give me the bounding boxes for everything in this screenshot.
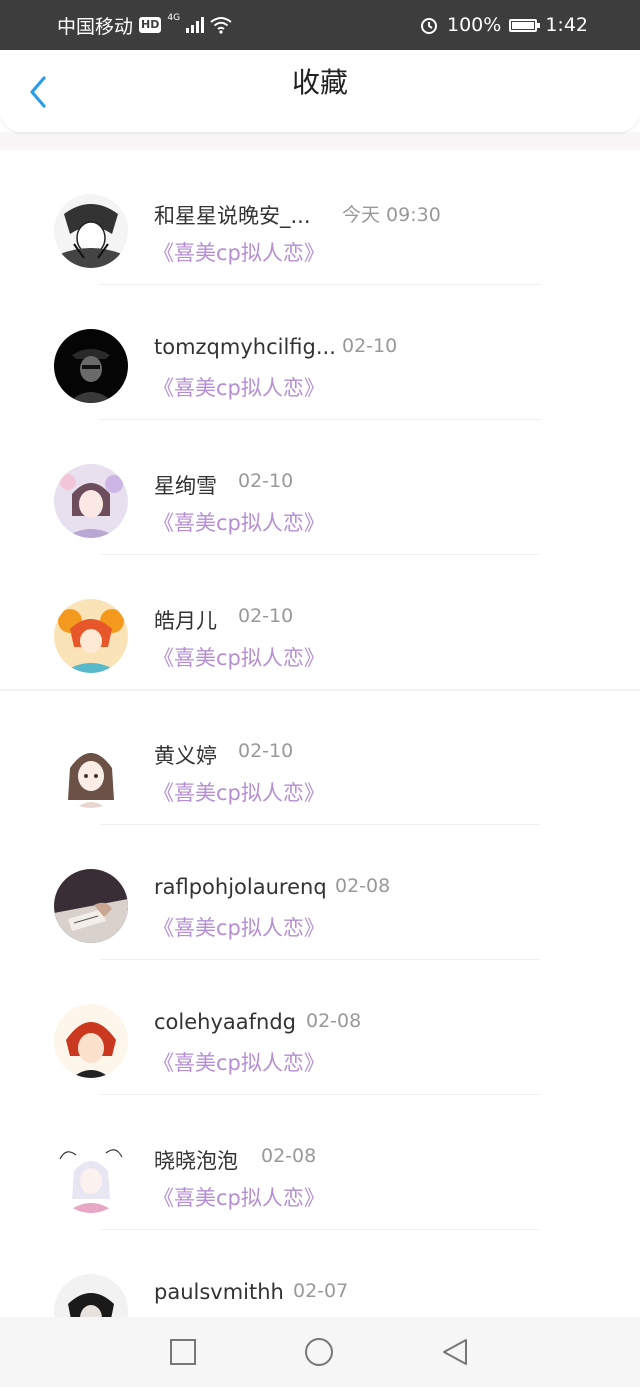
page-title: 收藏 xyxy=(291,66,348,99)
section-divider xyxy=(0,689,640,691)
home-circle-icon xyxy=(305,1338,333,1366)
back-triangle-icon xyxy=(443,1339,467,1365)
avatar xyxy=(54,1004,128,1078)
timestamp: 02-10 xyxy=(238,740,294,762)
work-title-link[interactable]: 《喜美cp拟人恋》 xyxy=(153,912,325,942)
timestamp: 今天 09:30 xyxy=(342,204,441,226)
user-name: 皓月儿 xyxy=(154,609,217,633)
work-title-link[interactable]: 《喜美cp拟人恋》 xyxy=(153,372,325,402)
user-name: 黄义婷 xyxy=(154,744,217,768)
user-name: 和星星说晚安_... xyxy=(154,204,311,228)
avatar xyxy=(54,329,128,403)
hd-badge: HD xyxy=(139,17,162,33)
user-name: 晓晓泡泡 xyxy=(154,1149,238,1173)
work-title-link[interactable]: 《喜美cp拟人恋》 xyxy=(153,237,325,267)
work-title-link[interactable]: 《喜美cp拟人恋》 xyxy=(153,1047,325,1077)
signal-icon xyxy=(186,17,205,33)
timestamp: 02-10 xyxy=(238,605,294,627)
list-item[interactable]: 晓晓泡泡 02-08 《喜美cp拟人恋》 xyxy=(0,1095,640,1230)
work-title-link[interactable]: 《喜美cp拟人恋》 xyxy=(153,1182,325,1212)
list-item[interactable]: 星绚雪 02-10 《喜美cp拟人恋》 xyxy=(0,420,640,555)
work-title-link[interactable]: 《喜美cp拟人恋》 xyxy=(153,507,325,537)
recents-square-icon xyxy=(170,1339,196,1365)
user-name: 星绚雪 xyxy=(154,474,217,498)
recents-button[interactable] xyxy=(168,1337,198,1367)
battery-icon xyxy=(509,18,541,32)
avatar xyxy=(54,194,128,268)
timestamp: 02-08 xyxy=(335,875,391,897)
clock: 1:42 xyxy=(545,14,588,36)
list-item[interactable]: raflpohjolaurenq 02-08 《喜美cp拟人恋》 xyxy=(0,825,640,960)
timestamp: 02-08 xyxy=(306,1010,362,1032)
avatar xyxy=(54,464,128,538)
user-name: colehyaafndg xyxy=(154,1010,296,1034)
avatar xyxy=(54,599,128,673)
avatar xyxy=(54,734,128,808)
list-item[interactable]: 皓月儿 02-10 《喜美cp拟人恋》 xyxy=(0,555,640,690)
back-nav-button[interactable] xyxy=(440,1337,470,1367)
avatar xyxy=(54,869,128,943)
header: 收藏 xyxy=(0,50,640,132)
wifi-icon xyxy=(210,17,232,34)
user-name: paulsvmithh xyxy=(154,1280,284,1304)
list-item[interactable]: 和星星说晚安_... 今天 09:30 《喜美cp拟人恋》 xyxy=(0,150,640,285)
work-title-link[interactable]: 《喜美cp拟人恋》 xyxy=(153,777,325,807)
battery-percent: 100% xyxy=(447,14,502,36)
network-type-label: 4G xyxy=(167,13,181,23)
user-name: raflpohjolaurenq xyxy=(154,875,327,899)
timestamp: 02-10 xyxy=(238,470,294,492)
timestamp: 02-07 xyxy=(293,1280,349,1302)
favorites-list: 和星星说晚安_... 今天 09:30 《喜美cp拟人恋》 tomzqmyhci… xyxy=(0,150,640,1365)
list-item[interactable]: colehyaafndg 02-08 《喜美cp拟人恋》 xyxy=(0,960,640,1095)
work-title-link[interactable]: 《喜美cp拟人恋》 xyxy=(153,642,325,672)
timestamp: 02-08 xyxy=(261,1145,317,1167)
header-shadow-strip xyxy=(0,132,640,150)
alarm-icon xyxy=(421,18,437,34)
timestamp: 02-10 xyxy=(342,335,398,357)
user-name: tomzqmyhcilfig... xyxy=(154,335,336,359)
list-item[interactable]: 黄义婷 02-10 《喜美cp拟人恋》 xyxy=(0,690,640,825)
system-nav-bar xyxy=(0,1317,640,1387)
list-item[interactable]: tomzqmyhcilfig... 02-10 《喜美cp拟人恋》 xyxy=(0,285,640,420)
home-button[interactable] xyxy=(304,1337,334,1367)
avatar xyxy=(54,1139,128,1213)
